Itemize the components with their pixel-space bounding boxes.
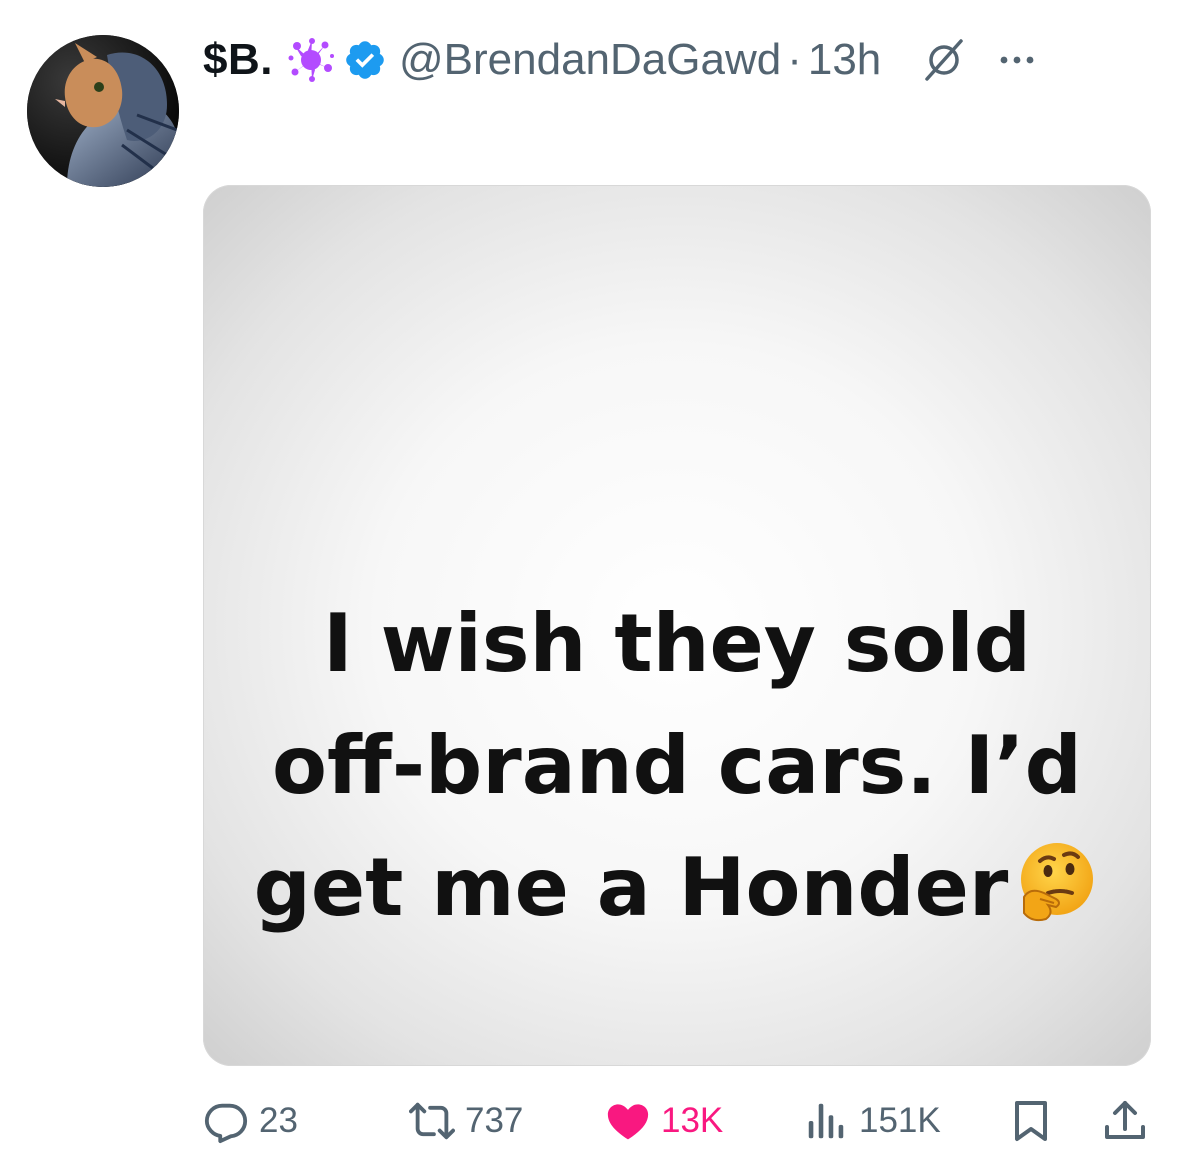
repost-count: 737: [465, 1101, 524, 1140]
tweet-actions: 23 737 13K 151K: [203, 1094, 1151, 1148]
grok-icon[interactable]: [921, 37, 967, 83]
share-icon: [1105, 1101, 1145, 1139]
user-handle[interactable]: @BrendanDaGawd: [399, 35, 781, 85]
view-count: 151K: [859, 1101, 941, 1140]
reply-icon: [204, 1103, 248, 1144]
like-button[interactable]: 13K: [605, 1094, 723, 1148]
timestamp[interactable]: 13h: [808, 35, 881, 85]
reply-button[interactable]: 23: [203, 1094, 298, 1148]
reply-count: 23: [259, 1101, 298, 1140]
repost-button[interactable]: 737: [409, 1094, 523, 1148]
thinking-face-emoji: [1021, 843, 1094, 922]
meme-line-1: I wish they sold: [322, 597, 1032, 690]
like-count: 13K: [661, 1101, 724, 1140]
meme-text: I wish they sold off-brand cars. I’d get…: [203, 583, 1151, 949]
tweet-header: $B. @BrendanDaGawd · 13h: [203, 28, 1163, 92]
bookmark-button[interactable]: [1007, 1094, 1055, 1148]
avatar[interactable]: [27, 35, 179, 187]
purple-splat-icon: [287, 36, 335, 84]
meme-line-2: off-brand cars. I’d: [272, 719, 1082, 812]
views-button[interactable]: 151K: [803, 1094, 941, 1148]
meme-line-3: get me a Honder: [253, 841, 1009, 934]
verified-badge-icon: [343, 38, 387, 82]
bookmark-icon: [1015, 1101, 1047, 1141]
share-button[interactable]: [1101, 1094, 1149, 1148]
views-chart-icon: [808, 1103, 844, 1139]
display-name[interactable]: $B.: [203, 35, 273, 85]
meme-line-3-wrap: get me a Honder: [203, 827, 1151, 949]
tweet-media-image[interactable]: I wish they sold off-brand cars. I’d get…: [203, 185, 1151, 1066]
heart-icon: [607, 1104, 649, 1140]
more-icon[interactable]: [995, 38, 1039, 82]
cat-avatar-image: [27, 35, 179, 187]
separator-dot: ·: [787, 35, 802, 84]
repost-icon: [409, 1102, 455, 1140]
